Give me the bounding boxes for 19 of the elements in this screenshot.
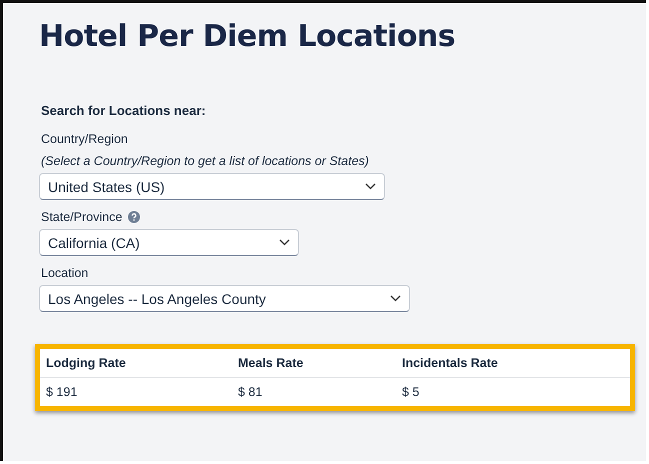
column-header: Meals Rate xyxy=(238,356,304,370)
help-icon[interactable] xyxy=(128,211,140,223)
chevron-down-icon xyxy=(279,239,290,246)
dropdown-select[interactable]: Los Angeles -- Los Angeles County xyxy=(39,285,410,312)
column-header: Lodging Rate xyxy=(46,356,127,370)
table-cell-text: $ 191 xyxy=(46,385,78,399)
chevron-down-icon xyxy=(390,295,401,302)
table-cell: $ 5 xyxy=(402,385,420,399)
field-label: Country/Region xyxy=(41,131,128,148)
chevron-down-icon xyxy=(365,183,376,190)
dropdown-select[interactable]: California (CA) xyxy=(39,229,299,256)
field-label: Location xyxy=(41,265,88,282)
field-label: State/Province xyxy=(41,209,122,226)
column-header: Incidentals Rate xyxy=(402,356,498,370)
page-title: Hotel Per Diem Locations xyxy=(39,18,456,56)
table-cell-text: $ 81 xyxy=(238,385,264,399)
search-heading: Search for Locations near: xyxy=(41,103,207,118)
dropdown-select[interactable]: United States (US) xyxy=(39,173,385,200)
field-hint: (Select a Country/Region to get a list of locations or States) xyxy=(41,153,369,170)
